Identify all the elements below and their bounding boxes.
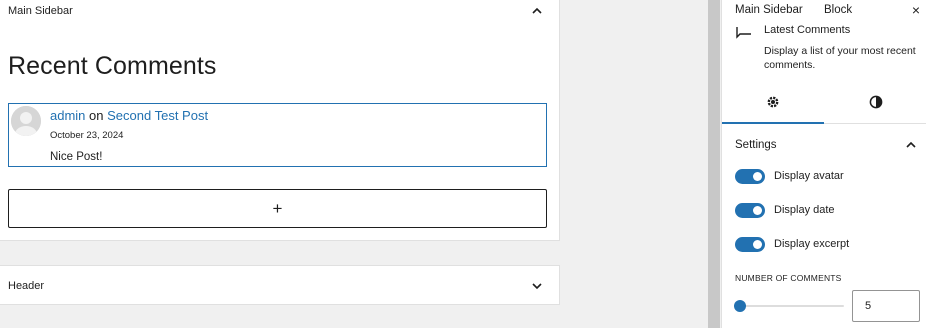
comment-excerpt: Nice Post! <box>50 151 103 163</box>
block-inspector-tabs <box>722 86 926 124</box>
display-date-toggle-row[interactable]: Display date <box>735 202 835 218</box>
display-date-label: Display date <box>774 204 835 216</box>
display-avatar-label: Display avatar <box>774 170 844 182</box>
main-sidebar-panel: Main Sidebar Recent Comments admin on Se… <box>0 0 560 241</box>
tab-main-sidebar[interactable]: Main Sidebar <box>735 4 803 16</box>
main-sidebar-panel-title[interactable]: Main Sidebar <box>8 5 73 17</box>
display-avatar-toggle[interactable] <box>735 168 765 184</box>
display-avatar-toggle-row[interactable]: Display avatar <box>735 168 844 184</box>
comment-icon <box>736 26 752 39</box>
display-date-toggle[interactable] <box>735 202 765 218</box>
latest-comments-block[interactable]: admin on Second Test Post October 23, 20… <box>8 103 547 167</box>
contrast-icon <box>869 95 883 114</box>
settings-sidebar: Main Sidebar Block × Latest Comments Dis… <box>721 0 926 328</box>
chevron-up-icon[interactable] <box>904 138 918 152</box>
display-excerpt-toggle-row[interactable]: Display excerpt <box>735 236 849 252</box>
display-excerpt-toggle[interactable] <box>735 236 765 252</box>
block-card: Latest Comments Display a list of your m… <box>722 22 926 80</box>
gear-icon <box>766 95 780 114</box>
comment-post-link[interactable]: Second Test Post <box>107 108 208 123</box>
header-panel-title[interactable]: Header <box>8 280 44 292</box>
block-description: Display a list of your most recent comme… <box>764 45 916 71</box>
comment-meta: admin on Second Test Post <box>50 108 208 123</box>
number-of-comments-range-thumb[interactable] <box>734 300 746 312</box>
chevron-down-icon[interactable] <box>530 279 544 293</box>
comment-author-link[interactable]: admin <box>50 108 85 123</box>
add-block-button[interactable]: + <box>8 189 547 228</box>
header-panel[interactable]: Header <box>0 265 560 305</box>
sidebar-tabs: Main Sidebar Block × <box>722 0 926 22</box>
tab-settings[interactable] <box>722 86 824 124</box>
comment-connector: on <box>89 108 104 123</box>
settings-panel-title[interactable]: Settings <box>735 139 777 151</box>
tab-styles[interactable] <box>825 86 926 123</box>
scrollbar[interactable] <box>708 0 720 328</box>
number-of-comments-label: NUMBER OF COMMENTS <box>735 273 842 283</box>
display-excerpt-label: Display excerpt <box>774 238 850 250</box>
close-icon[interactable]: × <box>912 2 920 18</box>
block-name: Latest Comments <box>764 24 851 36</box>
avatar <box>11 106 41 136</box>
widget-title[interactable]: Recent Comments <box>8 52 217 81</box>
tab-block[interactable]: Block <box>824 4 852 16</box>
number-of-comments-input[interactable] <box>852 290 920 322</box>
number-of-comments-range-track[interactable] <box>740 305 844 307</box>
comment-date: October 23, 2024 <box>50 130 124 141</box>
chevron-up-icon[interactable] <box>530 4 544 18</box>
